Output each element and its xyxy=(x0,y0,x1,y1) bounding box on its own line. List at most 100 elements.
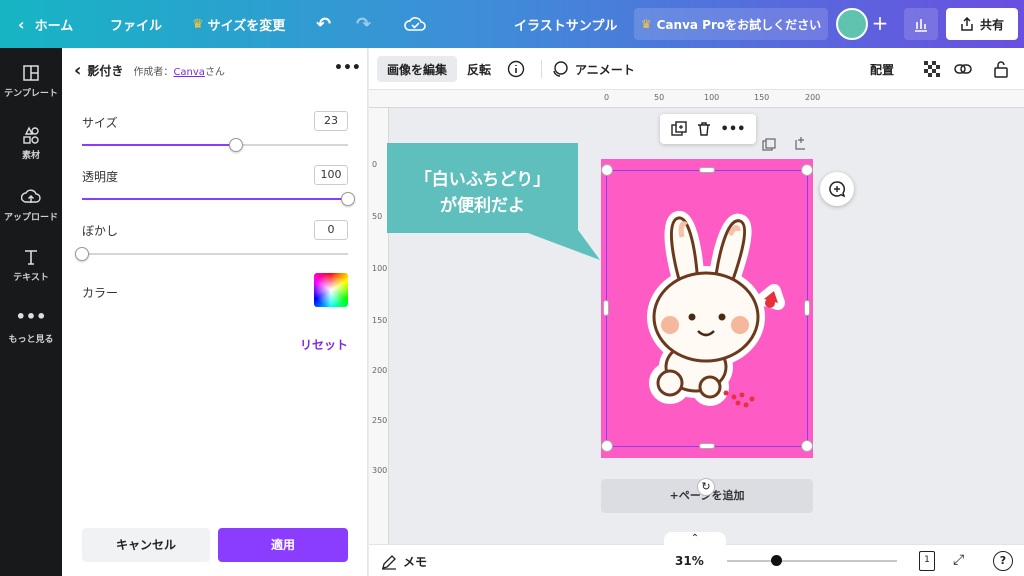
share-button[interactable]: 共有 xyxy=(946,8,1018,40)
rail-item-more[interactable]: ••• もっと見る xyxy=(0,307,62,346)
bar-chart-icon xyxy=(915,19,927,32)
rail-item-uploads[interactable]: アップロード xyxy=(0,188,62,223)
canvas-page[interactable] xyxy=(601,159,813,458)
trash-icon[interactable] xyxy=(696,121,712,137)
resize-handle[interactable] xyxy=(603,300,609,316)
animate-button[interactable]: アニメート xyxy=(551,48,635,90)
home-label: ホーム xyxy=(34,18,74,34)
pro-trial-label: Canva Proをお試しください xyxy=(656,17,822,32)
chevron-left-icon: ‹ xyxy=(18,14,25,34)
lock-icon[interactable] xyxy=(993,48,1009,90)
notes-button[interactable]: メモ xyxy=(381,553,427,570)
top-bar: ‹ ホーム ファイル ♛ サイズを変更 ↶ ↷ イラストサンプル ♛ Canva… xyxy=(0,0,1024,48)
resize-label: サイズを変更 xyxy=(207,18,286,34)
document-title[interactable]: イラストサンプル xyxy=(514,0,617,48)
file-menu[interactable]: ファイル xyxy=(110,0,162,48)
cloud-saved-icon[interactable] xyxy=(404,0,426,48)
color-swatch[interactable] xyxy=(314,273,348,307)
add-collaborator-button[interactable]: + xyxy=(868,12,892,36)
ruler-label: 50 xyxy=(654,93,665,102)
link-icon[interactable] xyxy=(953,48,973,90)
home-button[interactable]: ‹ ホーム xyxy=(18,0,73,48)
blur-value-input[interactable]: 0 xyxy=(314,220,348,240)
elements-icon xyxy=(23,126,39,144)
insights-button[interactable] xyxy=(904,8,938,40)
ruler-label: 150 xyxy=(372,316,388,325)
page-count-button[interactable]: 1 xyxy=(919,551,935,571)
share-label: 共有 xyxy=(979,17,1004,32)
resize-handle[interactable] xyxy=(801,164,813,176)
callout-line-1: 「白いふちどり」 xyxy=(414,170,551,190)
comment-icon xyxy=(829,181,846,198)
resize-handle[interactable] xyxy=(601,440,613,452)
opacity-value-input[interactable]: 100 xyxy=(314,165,348,185)
avatar[interactable] xyxy=(836,8,868,40)
resize-handle[interactable] xyxy=(601,164,613,176)
more-options-icon[interactable]: ••• xyxy=(334,60,361,76)
author-link[interactable]: Canva xyxy=(173,67,205,78)
ruler-label: 0 xyxy=(604,93,610,102)
refresh-icon[interactable]: ↻ xyxy=(697,478,715,496)
more-icon: ••• xyxy=(15,307,47,326)
rail-item-text[interactable]: テキスト xyxy=(0,248,62,283)
upload-icon xyxy=(21,189,41,203)
more-options-icon[interactable]: ••• xyxy=(721,122,746,137)
undo-icon[interactable]: ↶ xyxy=(316,0,331,48)
divider xyxy=(541,60,542,78)
add-comment-button[interactable] xyxy=(820,172,854,206)
zoom-level[interactable]: 31% xyxy=(675,554,704,568)
ruler-label: 250 xyxy=(372,416,388,425)
ruler-label: 200 xyxy=(805,93,821,102)
duplicate-page-icon[interactable] xyxy=(762,138,776,155)
resize-handle[interactable] xyxy=(804,300,810,316)
notes-label: メモ xyxy=(403,555,428,569)
reset-button[interactable]: リセット xyxy=(300,336,348,353)
blur-label: ぼかし xyxy=(82,224,119,238)
callout-line-2: が便利だよ xyxy=(440,196,525,216)
opacity-label: 透明度 xyxy=(82,170,119,184)
resize-button[interactable]: ♛ サイズを変更 xyxy=(192,0,285,48)
element-float-toolbar: ••• xyxy=(660,114,756,144)
author-credit: 作成者：Canvaさん xyxy=(133,63,225,78)
size-slider[interactable] xyxy=(82,138,348,152)
pencil-icon xyxy=(382,554,396,570)
rail-label: テンプレート xyxy=(4,89,58,99)
zoom-slider-knob[interactable] xyxy=(770,555,782,566)
ruler-label: 300 xyxy=(372,466,388,475)
rail-item-elements[interactable]: 素材 xyxy=(0,126,62,161)
rabbit-illustration[interactable] xyxy=(626,207,796,417)
crown-icon: ♛ xyxy=(640,17,652,31)
flip-button[interactable]: 反転 xyxy=(467,48,491,90)
resize-handle[interactable] xyxy=(801,440,813,452)
back-chevron-icon[interactable]: ‹ xyxy=(74,61,81,79)
help-button[interactable]: ? xyxy=(993,551,1013,571)
info-icon[interactable] xyxy=(507,48,525,90)
rail-item-templates[interactable]: テンプレート xyxy=(0,64,62,99)
redo-icon[interactable]: ↷ xyxy=(356,0,371,48)
fullscreen-icon[interactable]: ⤢ xyxy=(953,552,964,568)
size-value-input[interactable]: 23 xyxy=(314,111,348,131)
resize-handle[interactable] xyxy=(699,443,715,449)
add-page-icon[interactable] xyxy=(794,136,808,153)
resize-handle[interactable] xyxy=(699,167,715,173)
cancel-button[interactable]: キャンセル xyxy=(82,528,210,562)
blur-slider-knob[interactable] xyxy=(75,247,89,261)
size-label: サイズ xyxy=(82,116,118,130)
effect-panel: ‹ 影付き 作成者：Canvaさん ••• サイズ 23 透明度 100 ぼかし… xyxy=(62,48,368,576)
pro-trial-button[interactable]: ♛ Canva Proをお試しください xyxy=(634,8,828,40)
blur-slider[interactable] xyxy=(75,247,348,261)
chevron-up-icon[interactable]: ⌃ xyxy=(664,532,726,546)
color-label: カラー xyxy=(82,286,119,300)
duplicate-icon[interactable] xyxy=(670,121,687,137)
zoom-slider[interactable] xyxy=(727,555,897,566)
size-slider-knob[interactable] xyxy=(229,138,244,152)
opacity-slider[interactable] xyxy=(82,192,355,206)
opacity-slider-knob[interactable] xyxy=(341,192,355,206)
author-suffix: さん xyxy=(204,67,225,78)
rail-label: 素材 xyxy=(21,151,40,161)
edit-image-button[interactable]: 画像を編集 xyxy=(377,56,458,82)
rail-label: もっと見る xyxy=(8,335,54,345)
position-button[interactable]: 配置 xyxy=(870,48,894,90)
transparency-icon[interactable] xyxy=(923,48,941,90)
apply-button[interactable]: 適用 xyxy=(218,528,348,562)
